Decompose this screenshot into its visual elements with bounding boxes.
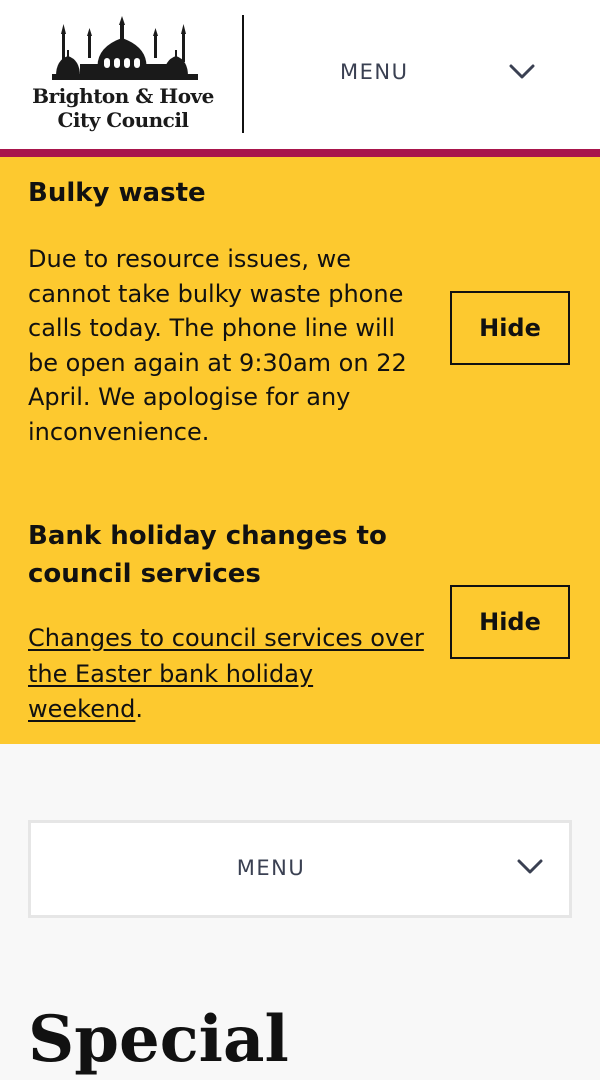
site-header: Brighton & Hove City Council MENU (0, 0, 600, 149)
royal-pavilion-logo-icon (52, 16, 198, 80)
chevron-down-icon (517, 859, 543, 874)
alert-title-bulky-waste: Bulky waste (28, 178, 206, 208)
alert-title-bank-holiday: Bank holiday changes to council services (28, 521, 387, 589)
main-menu-toggle[interactable]: MENU (28, 820, 572, 918)
alert-body-bank-holiday: Changes to council services over the Eas… (28, 621, 428, 728)
main-menu-label: MENU (236, 856, 306, 880)
alert-body-bulky-waste: Due to resource issues, we cannot take b… (28, 245, 407, 446)
header-menu-label: MENU (340, 60, 409, 84)
logo-text-line1: Brighton & Hove (32, 84, 214, 108)
hide-bulky-waste-alert-button[interactable]: Hide (450, 291, 570, 365)
council-logo-link[interactable]: Brighton & Hove City Council (28, 14, 218, 134)
header-menu-toggle[interactable]: MENU (244, 30, 600, 118)
logo-text: Brighton & Hove City Council (28, 84, 218, 132)
hide-bank-holiday-alert-button[interactable]: Hide (450, 585, 570, 659)
bank-holiday-changes-link[interactable]: Changes to council services over the Eas… (28, 624, 424, 723)
chevron-down-icon (509, 64, 535, 79)
alert-banner: Bulky waste Due to resource issues, we c… (0, 157, 600, 744)
page-title: Special (28, 1002, 289, 1077)
logo-text-line2: City Council (57, 108, 189, 132)
header-accent-bar (0, 149, 600, 157)
alert-link-suffix: . (135, 695, 144, 723)
